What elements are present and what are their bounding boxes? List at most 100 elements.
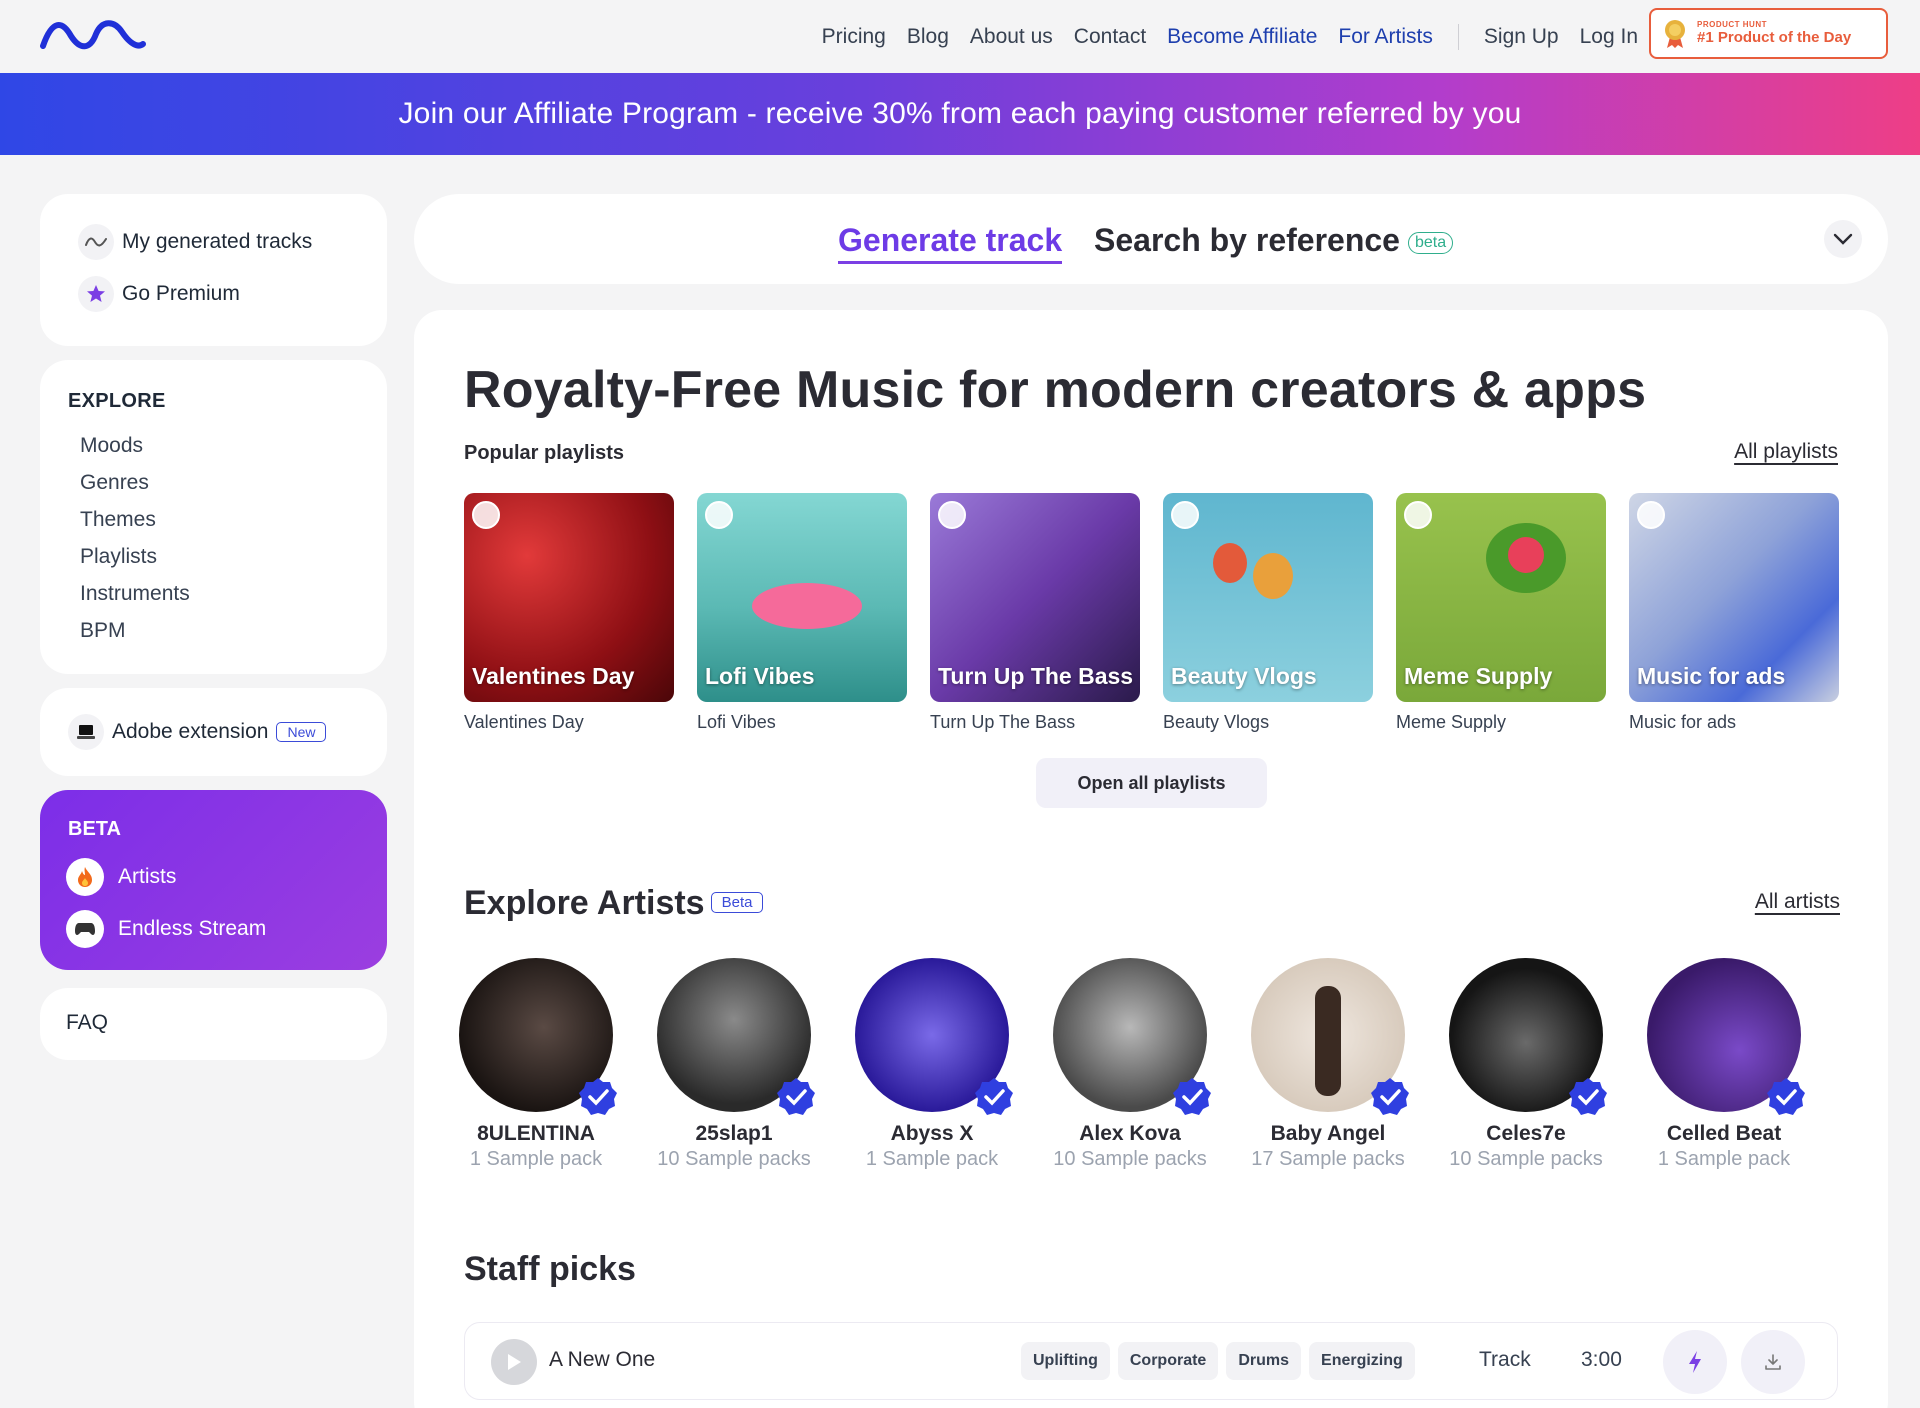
track-tags: Uplifting Corporate Drums Energizing [1021, 1342, 1415, 1380]
artist-card[interactable]: Alex Kova 10 Sample packs [1045, 958, 1215, 1171]
explore-title: EXPLORE [68, 390, 166, 412]
artist-name: 8ULENTINA [477, 1122, 595, 1145]
artist-card[interactable]: Celled Beat 1 Sample pack [1639, 958, 1809, 1171]
artist-card[interactable]: Celes7e 10 Sample packs [1441, 958, 1611, 1171]
nav-pricing[interactable]: Pricing [822, 25, 886, 49]
playlist-card[interactable]: Meme Supply Meme Supply [1396, 493, 1606, 733]
avatar [1251, 958, 1409, 1115]
banner-text: Join our Affiliate Program - receive 30%… [398, 97, 1522, 130]
track-duration: 3:00 [1581, 1348, 1622, 1371]
my-generated-tracks-link[interactable]: My generated tracks [78, 224, 312, 260]
tab-generate-track[interactable]: Generate track [838, 222, 1063, 264]
playlist-image: Lofi Vibes [697, 493, 907, 702]
verified-icon [1371, 1078, 1409, 1115]
open-all-playlists-button[interactable]: Open all playlists [1036, 758, 1267, 808]
playlist-card[interactable]: Turn Up The Bass Turn Up The Bass [930, 493, 1140, 733]
adobe-card: Adobe extension New [40, 688, 387, 776]
artist-packs: 10 Sample packs [657, 1148, 811, 1170]
beta-artists-label: Artists [118, 865, 177, 888]
artist-card[interactable]: 25slap1 10 Sample packs [649, 958, 819, 1171]
playlist-image-title: Meme Supply [1404, 663, 1553, 689]
nav-for-artists[interactable]: For Artists [1338, 25, 1433, 49]
chevron-down-icon [1833, 233, 1853, 245]
track-tag[interactable]: Corporate [1117, 1342, 1219, 1380]
play-button[interactable] [491, 1339, 537, 1385]
explore-genres[interactable]: Genres [68, 464, 190, 501]
expand-button[interactable] [1824, 220, 1862, 258]
badge-big-text: #1 Product of the Day [1697, 28, 1852, 46]
playlist-caption: Beauty Vlogs [1163, 712, 1270, 732]
new-tag: New [276, 722, 327, 742]
gamepad-icon [66, 910, 104, 948]
explore-card: EXPLORE Moods Genres Themes Playlists In… [40, 360, 387, 674]
playlist-image-title: Lofi Vibes [705, 663, 815, 689]
playlist-caption: Lofi Vibes [697, 712, 776, 732]
faq-card[interactable]: FAQ [40, 988, 387, 1060]
wave-badge-icon [1637, 501, 1665, 529]
artist-packs: 10 Sample packs [1449, 1148, 1603, 1170]
beta-endless-stream-link[interactable]: Endless Stream [66, 910, 266, 948]
nav-log-in[interactable]: Log In [1580, 25, 1638, 49]
page-title: Royalty-Free Music for modern creators &… [464, 361, 1647, 419]
track-tag[interactable]: Energizing [1309, 1342, 1415, 1380]
playlist-image: Turn Up The Bass [930, 493, 1140, 702]
track-row[interactable]: A New One Uplifting Corporate Drums Ener… [464, 1322, 1838, 1400]
beta-artists-link[interactable]: Artists [66, 858, 176, 896]
all-playlists-link[interactable]: All playlists [1734, 440, 1838, 464]
go-premium-link[interactable]: Go Premium [78, 276, 240, 312]
affiliate-banner[interactable]: Join our Affiliate Program - receive 30%… [0, 73, 1920, 155]
track-tag[interactable]: Drums [1226, 1342, 1302, 1380]
explore-playlists[interactable]: Playlists [68, 538, 190, 575]
product-hunt-badge[interactable]: PRODUCT HUNT #1 Product of the Day [1649, 8, 1888, 59]
wave-badge-icon [472, 501, 500, 529]
explore-bpm[interactable]: BPM [68, 612, 190, 649]
artist-name: Celes7e [1486, 1122, 1566, 1145]
lightning-icon [1689, 1351, 1701, 1373]
artist-packs: 17 Sample packs [1251, 1148, 1405, 1170]
track-type: Track [1479, 1348, 1531, 1371]
nav-sign-up[interactable]: Sign Up [1484, 25, 1559, 49]
top-bar: Pricing Blog About us Contact Become Aff… [0, 0, 1920, 73]
tab-search-by-reference[interactable]: Search by reference beta [1094, 222, 1454, 259]
sidebar-top-card: My generated tracks Go Premium [40, 194, 387, 346]
popular-playlists-title: Popular playlists [464, 442, 625, 464]
playlist-image: Meme Supply [1396, 493, 1606, 702]
explore-themes[interactable]: Themes [68, 501, 190, 538]
download-button[interactable] [1741, 1330, 1805, 1394]
avatar [1449, 958, 1607, 1115]
adobe-extension-link[interactable]: Adobe extension New [68, 714, 327, 750]
artist-card[interactable]: Baby Angel 17 Sample packs [1243, 958, 1413, 1171]
play-icon [508, 1354, 521, 1370]
faq-link[interactable]: FAQ [66, 1011, 108, 1035]
explore-moods[interactable]: Moods [68, 427, 190, 464]
explore-instruments[interactable]: Instruments [68, 575, 190, 612]
artist-packs: 1 Sample pack [865, 1148, 999, 1170]
artist-packs: 1 Sample pack [1657, 1148, 1791, 1170]
nav-become-affiliate[interactable]: Become Affiliate [1167, 25, 1317, 49]
nav-about-us[interactable]: About us [970, 25, 1053, 49]
playlist-card[interactable]: Music for ads Music for ads [1629, 493, 1839, 733]
playlist-image: Music for ads [1629, 493, 1839, 702]
track-tag[interactable]: Uplifting [1021, 1342, 1110, 1380]
track-name[interactable]: A New One [549, 1348, 655, 1372]
nav-blog[interactable]: Blog [907, 25, 949, 49]
artist-card[interactable]: Abyss X 1 Sample pack [847, 958, 1017, 1171]
playlist-image-title: Music for ads [1637, 663, 1786, 689]
artist-name: Alex Kova [1079, 1122, 1181, 1145]
wave-badge-icon [938, 501, 966, 529]
generate-similar-button[interactable] [1663, 1330, 1727, 1394]
logo-icon[interactable] [40, 18, 146, 50]
playlist-card[interactable]: Valentines Day Valentines Day [464, 493, 674, 733]
playlist-caption: Music for ads [1629, 712, 1737, 732]
playlist-card[interactable]: Lofi Vibes Lofi Vibes [697, 493, 907, 733]
artist-card[interactable]: 8ULENTINA 1 Sample pack [451, 958, 621, 1171]
avatar [459, 958, 617, 1115]
verified-icon [1173, 1078, 1211, 1115]
beta-tag: Beta [710, 891, 764, 913]
download-icon [1765, 1354, 1781, 1370]
playlist-card[interactable]: Beauty Vlogs Beauty Vlogs [1163, 493, 1373, 733]
main-content: Royalty-Free Music for modern creators &… [414, 310, 1888, 1408]
all-artists-link[interactable]: All artists [1755, 890, 1840, 914]
verified-icon [1767, 1078, 1805, 1115]
nav-contact[interactable]: Contact [1074, 25, 1146, 49]
